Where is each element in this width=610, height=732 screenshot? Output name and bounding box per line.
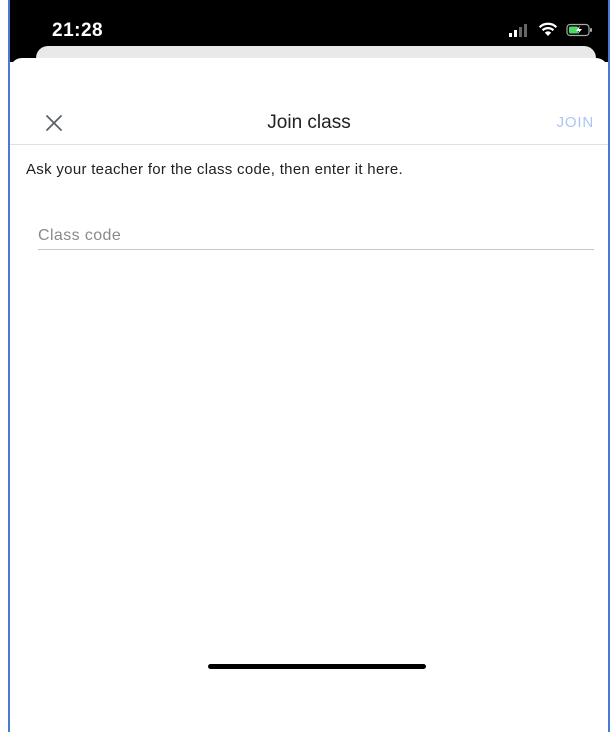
phone-screen: 21:28 Join class JOIN Ask your teacher f… <box>10 0 608 732</box>
wifi-icon <box>538 22 558 36</box>
join-class-sheet: Join class JOIN Ask your teacher for the… <box>10 58 608 732</box>
page-title: Join class <box>267 112 351 133</box>
status-time: 21:28 <box>52 20 104 41</box>
join-button[interactable]: JOIN <box>557 114 594 131</box>
header-divider <box>10 144 608 145</box>
cellular-signal-icon <box>509 23 527 37</box>
status-icons <box>508 22 594 37</box>
home-indicator[interactable] <box>208 664 426 669</box>
class-code-input[interactable] <box>38 222 594 250</box>
battery-charging-icon <box>566 23 592 36</box>
instructions-text: Ask your teacher for the class code, the… <box>26 161 403 178</box>
